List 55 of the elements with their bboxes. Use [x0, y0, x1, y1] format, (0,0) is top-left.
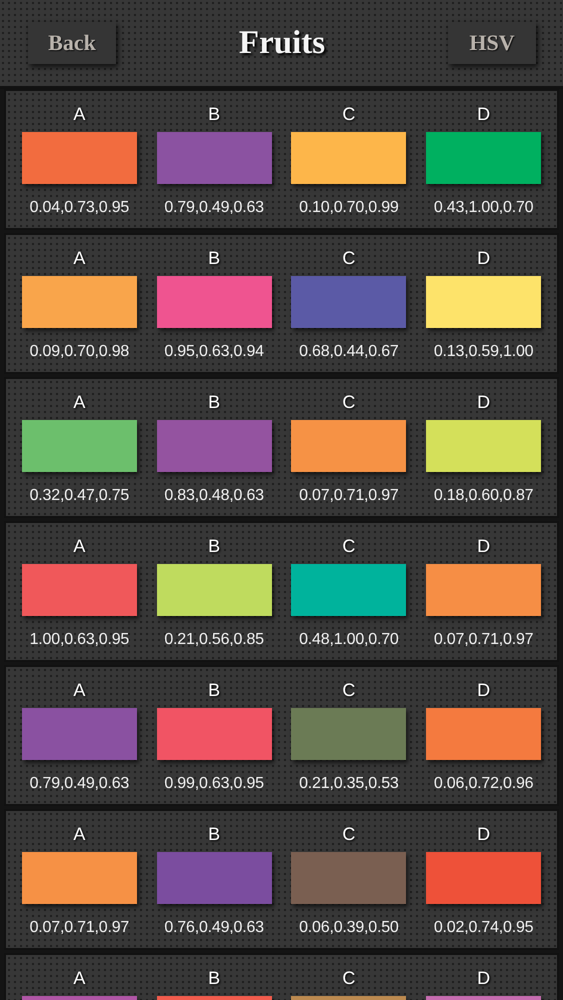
- swatch-label: D: [477, 823, 490, 845]
- swatch-label: C: [342, 823, 356, 845]
- hsv-value: 1.00,0.63,0.95: [30, 630, 130, 650]
- hsv-value: 0.95,0.63,0.94: [164, 342, 264, 362]
- swatch-label: A: [73, 967, 86, 989]
- hsv-value: 0.21,0.56,0.85: [164, 630, 264, 650]
- hsv-value: 0.99,0.63,0.95: [164, 774, 264, 794]
- hsv-value: 0.79,0.49,0.63: [30, 774, 130, 794]
- swatch-label: A: [73, 679, 86, 701]
- swatch-label: D: [477, 247, 490, 269]
- screen-title: Fruits: [238, 24, 326, 62]
- hsv-value: 0.79,0.49,0.63: [164, 198, 264, 218]
- swatch-label: D: [477, 679, 490, 701]
- swatch-label: B: [208, 535, 220, 557]
- hsv-value: 0.32,0.47,0.75: [30, 486, 130, 506]
- hsv-value: 0.04,0.73,0.95: [30, 198, 130, 218]
- swatch-label: B: [208, 823, 220, 845]
- hsv-value: 0.13,0.59,1.00: [434, 342, 534, 362]
- hsv-value: 0.10,0.70,0.99: [299, 198, 399, 218]
- swatch-label: B: [208, 103, 220, 125]
- swatch-label: A: [73, 391, 86, 413]
- swatch-label: D: [477, 391, 490, 413]
- hsv-value: 0.07,0.71,0.97: [434, 630, 534, 650]
- hsv-value: 0.76,0.49,0.63: [164, 918, 264, 938]
- hsv-value: 0.18,0.60,0.87: [434, 486, 534, 506]
- swatch-label: B: [208, 679, 220, 701]
- swatch-label: B: [208, 391, 220, 413]
- hsv-value: 0.07,0.71,0.97: [30, 918, 130, 938]
- hsv-value: 0.06,0.72,0.96: [434, 774, 534, 794]
- hsv-value: 0.06,0.39,0.50: [299, 918, 399, 938]
- swatch-label: A: [73, 823, 86, 845]
- hsv-value: 0.09,0.70,0.98: [30, 342, 130, 362]
- swatch-label: C: [342, 391, 356, 413]
- hsv-button[interactable]: HSV: [448, 22, 536, 64]
- swatch-label: C: [342, 103, 356, 125]
- hsv-value: 0.68,0.44,0.67: [299, 342, 399, 362]
- swatch-label: C: [342, 679, 356, 701]
- swatch-label: C: [342, 967, 356, 989]
- swatch-label: D: [477, 535, 490, 557]
- hsv-value: 0.43,1.00,0.70: [434, 198, 534, 218]
- hsv-value: 0.21,0.35,0.53: [299, 774, 399, 794]
- swatch-label: A: [73, 103, 86, 125]
- swatch-label: C: [342, 247, 356, 269]
- swatch-label: B: [208, 967, 220, 989]
- swatch-label: C: [342, 535, 356, 557]
- swatch-label: A: [73, 535, 86, 557]
- hsv-value: 0.02,0.74,0.95: [434, 918, 534, 938]
- hsv-value: 0.48,1.00,0.70: [299, 630, 399, 650]
- swatch-label: D: [477, 103, 490, 125]
- hsv-value: 0.07,0.71,0.97: [299, 486, 399, 506]
- swatch-label: B: [208, 247, 220, 269]
- back-button[interactable]: Back: [28, 22, 116, 64]
- swatch-label: A: [73, 247, 86, 269]
- swatch-label: D: [477, 967, 490, 989]
- hsv-value: 0.83,0.48,0.63: [164, 486, 264, 506]
